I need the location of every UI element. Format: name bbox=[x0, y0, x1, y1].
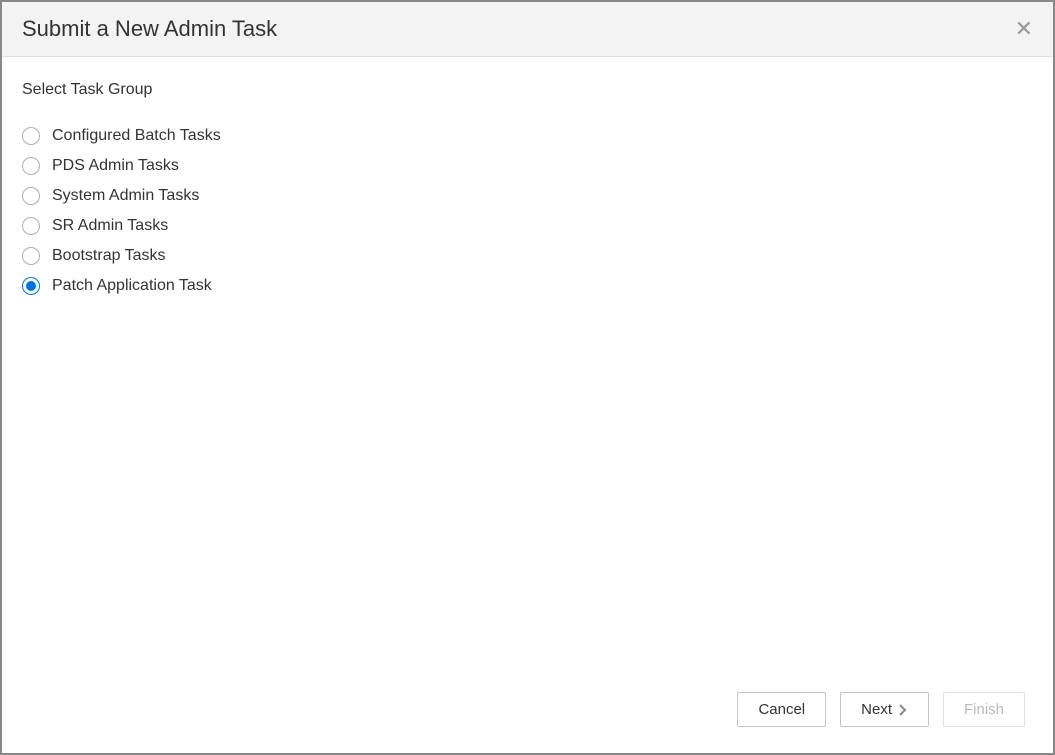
section-label: Select Task Group bbox=[22, 81, 1033, 99]
radio-option[interactable]: System Admin Tasks bbox=[22, 187, 1033, 205]
radio-indicator bbox=[22, 277, 40, 295]
radio-indicator bbox=[22, 187, 40, 205]
finish-button[interactable]: Finish bbox=[943, 692, 1025, 727]
dialog-header: Submit a New Admin Task ✕ bbox=[2, 2, 1053, 57]
cancel-button-label: Cancel bbox=[758, 701, 805, 718]
radio-indicator bbox=[22, 217, 40, 235]
cancel-button[interactable]: Cancel bbox=[737, 692, 826, 727]
dialog-body: Select Task Group Configured Batch Tasks… bbox=[2, 57, 1053, 676]
chevron-right-icon bbox=[898, 704, 908, 716]
radio-label: Configured Batch Tasks bbox=[52, 127, 221, 145]
radio-label: SR Admin Tasks bbox=[52, 217, 168, 235]
close-button[interactable]: ✕ bbox=[1015, 18, 1033, 40]
radio-label: System Admin Tasks bbox=[52, 187, 199, 205]
radio-option[interactable]: SR Admin Tasks bbox=[22, 217, 1033, 235]
task-group-radio-group: Configured Batch Tasks PDS Admin Tasks Sys… bbox=[22, 127, 1033, 295]
radio-option[interactable]: PDS Admin Tasks bbox=[22, 157, 1033, 175]
radio-option[interactable]: Patch Application Task bbox=[22, 277, 1033, 295]
dialog-footer: Cancel Next Finish bbox=[2, 676, 1053, 753]
radio-option[interactable]: Bootstrap Tasks bbox=[22, 247, 1033, 265]
close-icon: ✕ bbox=[1015, 16, 1033, 41]
radio-label: Patch Application Task bbox=[52, 277, 212, 295]
radio-option[interactable]: Configured Batch Tasks bbox=[22, 127, 1033, 145]
finish-button-label: Finish bbox=[964, 701, 1004, 718]
dialog-title: Submit a New Admin Task bbox=[22, 16, 277, 42]
radio-indicator bbox=[22, 127, 40, 145]
radio-indicator bbox=[22, 157, 40, 175]
next-button-label: Next bbox=[861, 701, 892, 718]
next-button[interactable]: Next bbox=[840, 692, 929, 727]
radio-label: PDS Admin Tasks bbox=[52, 157, 179, 175]
radio-indicator bbox=[22, 247, 40, 265]
radio-label: Bootstrap Tasks bbox=[52, 247, 166, 265]
